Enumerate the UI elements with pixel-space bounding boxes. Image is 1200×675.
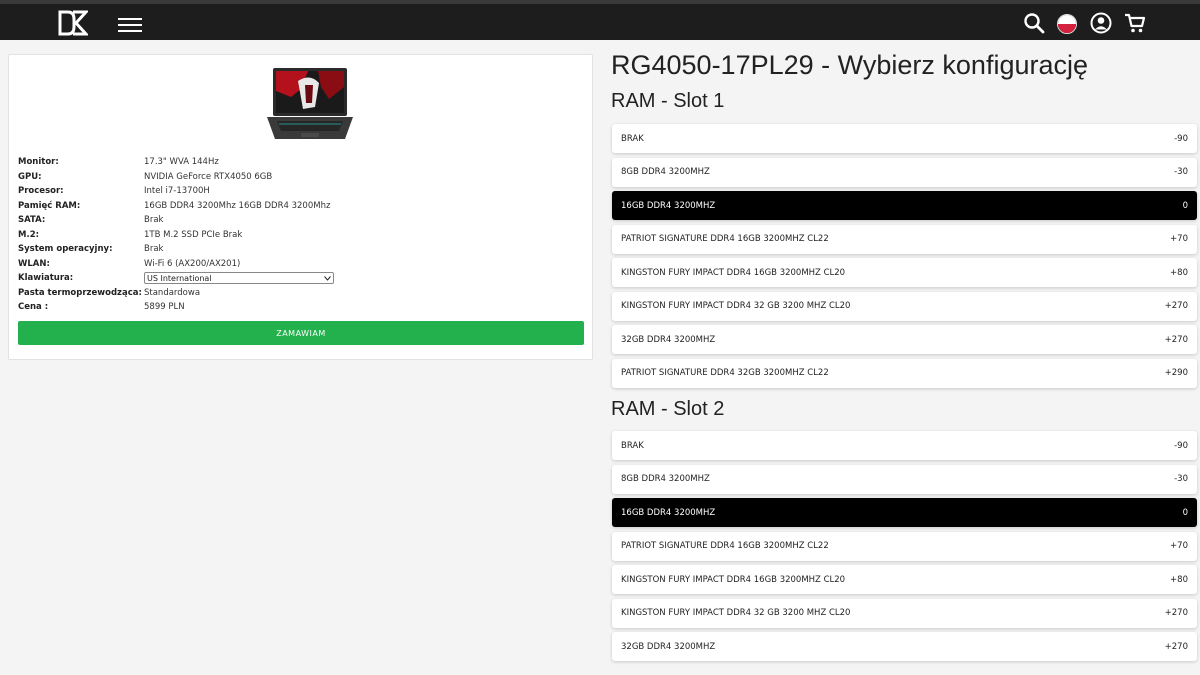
spec-value: NVIDIA GeForce RTX4050 6GB (144, 171, 273, 182)
option-name: PATRIOT SIGNATURE DDR4 16GB 3200MHZ CL22 (621, 541, 829, 551)
spec-label: System operacyjny: (18, 244, 113, 255)
slot-2-option-list: BRAK -90 8GB DDR4 3200MHZ -30 16GB DDR4 32… (612, 431, 1197, 666)
option-name: 16GB DDR4 3200MHZ (621, 200, 716, 211)
slot-2-title: RAM - Slot 2 (611, 398, 725, 420)
spec-row-os: System operacyjny: Brak (18, 242, 588, 257)
search-icon[interactable] (1023, 12, 1045, 34)
chevron-down-icon (324, 275, 331, 281)
ram-option[interactable]: PATRIOT SIGNATURE DDR4 32GB 3200MHZ CL22… (612, 358, 1197, 388)
top-navbar (0, 0, 1200, 40)
spec-label: Pasta termoprzewodząca: (18, 287, 142, 298)
option-name: BRAK (621, 133, 644, 144)
user-icon[interactable] (1090, 12, 1112, 34)
laptop-image (267, 68, 353, 139)
option-price: -30 (1174, 167, 1188, 177)
ram-option[interactable]: PATRIOT SIGNATURE DDR4 16GB 3200MHZ CL22… (612, 224, 1197, 254)
spec-label: Procesor: (18, 186, 64, 197)
spec-value: Intel i7-13700H (144, 186, 210, 197)
spec-label: Pamięć RAM: (18, 200, 81, 211)
spec-value: 17.3" WVA 144Hz (144, 157, 219, 168)
option-name: 16GB DDR4 3200MHZ (621, 507, 716, 518)
dx-logo-icon[interactable] (58, 10, 88, 36)
spec-row-thermal-paste: Pasta termoprzewodząca: Standardowa (18, 286, 588, 301)
ram-option[interactable]: KINGSTON FURY IMPACT DDR4 32 GB 3200 MHZ… (612, 598, 1197, 628)
option-name: KINGSTON FURY IMPACT DDR4 16GB 3200MHZ C… (621, 267, 846, 278)
spec-value: Brak (144, 215, 164, 226)
option-price: +70 (1170, 541, 1188, 551)
spec-label: Monitor: (18, 157, 59, 168)
spec-value: Standardowa (144, 287, 201, 298)
order-button[interactable]: ZAMAWIAM (18, 321, 584, 345)
option-price: +270 (1164, 301, 1188, 311)
option-name: BRAK (621, 440, 644, 451)
keyboard-layout-value: US International (147, 273, 212, 283)
option-price: +270 (1164, 608, 1188, 618)
option-name: KINGSTON FURY IMPACT DDR4 32 GB 3200 MHZ… (621, 608, 851, 618)
option-price: -90 (1174, 133, 1188, 144)
spec-value: 16GB DDR4 3200Mhz 16GB DDR4 3200Mhz (144, 200, 331, 211)
option-price: +290 (1164, 368, 1188, 378)
option-name: KINGSTON FURY IMPACT DDR4 16GB 3200MHZ C… (621, 574, 846, 585)
ram-option[interactable]: PATRIOT SIGNATURE DDR4 16GB 3200MHZ CL22… (612, 531, 1197, 561)
spec-value: 5899 PLN (144, 302, 185, 313)
option-price: -30 (1174, 474, 1188, 484)
ram-option[interactable]: 8GB DDR4 3200MHZ -30 (612, 157, 1197, 187)
spec-row-keyboard: Klawiatura: US International (18, 271, 588, 286)
spec-label: WLAN: (18, 258, 50, 269)
ram-option[interactable]: 32GB DDR4 3200MHZ +270 (612, 632, 1197, 661)
spec-table: Monitor: 17.3" WVA 144Hz GPU: NVIDIA GeF… (18, 155, 588, 315)
polish-flag-icon[interactable] (1057, 14, 1077, 34)
option-name: 32GB DDR4 3200MHZ (621, 641, 716, 652)
spec-label: M.2: (18, 229, 40, 240)
ram-option[interactable]: BRAK -90 (612, 431, 1197, 460)
product-summary-card: Monitor: 17.3" WVA 144Hz GPU: NVIDIA GeF… (8, 54, 593, 360)
option-price: 0 (1182, 507, 1188, 518)
spec-label: GPU: (18, 171, 42, 182)
spec-row-gpu: GPU: NVIDIA GeForce RTX4050 6GB (18, 170, 588, 185)
option-name: PATRIOT SIGNATURE DDR4 32GB 3200MHZ CL22 (621, 368, 829, 378)
option-price: -90 (1174, 440, 1188, 451)
spec-label: Klawiatura: (18, 273, 74, 284)
hamburger-icon[interactable] (118, 18, 142, 32)
spec-row-sata: SATA: Brak (18, 213, 588, 228)
page-title: RG4050-17PL29 - Wybierz konfigurację (611, 50, 1088, 80)
option-name: 8GB DDR4 3200MHZ (621, 167, 710, 177)
spec-row-ram: Pamięć RAM: 16GB DDR4 3200Mhz 16GB DDR4 … (18, 199, 588, 214)
slot-1-title: RAM - Slot 1 (611, 90, 725, 112)
ram-option-selected[interactable]: 16GB DDR4 3200MHZ 0 (612, 191, 1197, 220)
spec-row-price: Cena : 5899 PLN (18, 300, 588, 315)
option-name: 8GB DDR4 3200MHZ (621, 474, 710, 484)
option-name: 32GB DDR4 3200MHZ (621, 334, 716, 345)
ram-option[interactable]: 8GB DDR4 3200MHZ -30 (612, 464, 1197, 494)
spec-label: Cena : (18, 302, 49, 313)
option-price: +80 (1170, 574, 1188, 585)
ram-option[interactable]: KINGSTON FURY IMPACT DDR4 16GB 3200MHZ C… (612, 565, 1197, 594)
cart-icon[interactable] (1124, 12, 1146, 34)
option-price: +70 (1170, 234, 1188, 244)
option-price: +80 (1170, 267, 1188, 278)
spec-row-monitor: Monitor: 17.3" WVA 144Hz (18, 155, 588, 170)
spec-value: Brak (144, 244, 164, 255)
spec-label: SATA: (18, 215, 46, 226)
spec-row-cpu: Procesor: Intel i7-13700H (18, 184, 588, 199)
ram-option[interactable]: KINGSTON FURY IMPACT DDR4 32 GB 3200 MHZ… (612, 291, 1197, 321)
option-price: +270 (1164, 641, 1188, 652)
keyboard-layout-select[interactable]: US International (144, 272, 334, 285)
spec-value: Wi-Fi 6 (AX200/AX201) (144, 258, 241, 269)
ram-option-selected[interactable]: 16GB DDR4 3200MHZ 0 (612, 498, 1197, 527)
spec-row-m2: M.2: 1TB M.2 SSD PCIe Brak (18, 228, 588, 243)
spec-row-wlan: WLAN: Wi-Fi 6 (AX200/AX201) (18, 257, 588, 272)
ram-option[interactable]: 32GB DDR4 3200MHZ +270 (612, 325, 1197, 354)
option-name: PATRIOT SIGNATURE DDR4 16GB 3200MHZ CL22 (621, 234, 829, 244)
option-name: KINGSTON FURY IMPACT DDR4 32 GB 3200 MHZ… (621, 301, 851, 311)
ram-option[interactable]: BRAK -90 (612, 124, 1197, 153)
ram-option[interactable]: KINGSTON FURY IMPACT DDR4 16GB 3200MHZ C… (612, 258, 1197, 287)
spec-value: 1TB M.2 SSD PCIe Brak (144, 229, 243, 240)
option-price: +270 (1164, 334, 1188, 345)
option-price: 0 (1182, 200, 1188, 211)
slot-1-option-list: BRAK -90 8GB DDR4 3200MHZ -30 16GB DDR4 32… (612, 124, 1197, 392)
